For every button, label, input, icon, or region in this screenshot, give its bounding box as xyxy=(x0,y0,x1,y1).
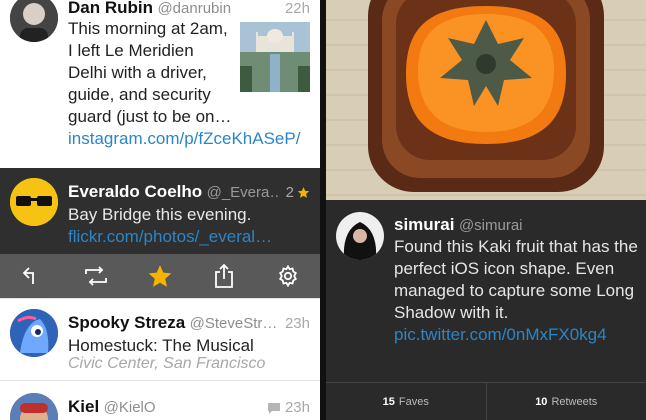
avatar[interactable] xyxy=(10,309,58,357)
tweet-author-handle: @_Evera… xyxy=(206,184,278,201)
tweet-text: This morning at 2am, I left Le Meridien … xyxy=(68,19,232,126)
tweet-link[interactable]: instagram.com/p/fZceKhASeP/ xyxy=(68,129,300,148)
tweet-author-name[interactable]: Kiel xyxy=(68,397,99,416)
retweets-label: Retweets xyxy=(551,395,598,408)
tweet-author-handle: @simurai xyxy=(458,217,523,234)
avatar[interactable] xyxy=(10,0,58,42)
tweet-action-bar xyxy=(0,254,320,298)
tweet-author-handle: @danrubin xyxy=(157,0,232,17)
faves-stat[interactable]: 15 Faves xyxy=(326,383,486,420)
tweet-everaldo-coelho[interactable]: Everaldo Coelho @_Evera… 2 Bay Bridge th… xyxy=(0,168,320,254)
conversation-bubble-icon xyxy=(267,402,280,414)
tweet-author-name[interactable]: Dan Rubin xyxy=(68,0,153,17)
favorited-star-icon xyxy=(297,187,310,198)
faves-label: Faves xyxy=(398,395,429,408)
tweet-stats: 15 Faves 10 Retweets xyxy=(326,382,646,420)
share-icon[interactable] xyxy=(208,260,240,292)
timeline-pane: Dan Rubin @danrubin 22h This morning at … xyxy=(0,0,320,420)
tweet-timestamp: 23h xyxy=(284,399,310,416)
tweet-timestamp: 23h xyxy=(284,315,310,332)
tweet-author-handle: @KielO xyxy=(103,399,156,416)
tweet-dan-rubin[interactable]: Dan Rubin @danrubin 22h This morning at … xyxy=(0,0,320,168)
tweet-photo[interactable] xyxy=(326,0,646,200)
faves-count: 15 xyxy=(382,395,395,408)
tweet-text: Homestuck: The Musical xyxy=(68,336,254,355)
tweet-author-name[interactable]: Spooky Streza xyxy=(68,313,185,332)
avatar[interactable] xyxy=(10,178,58,226)
tweet-text: Bay Bridge this evening. xyxy=(68,205,252,224)
retweet-icon[interactable] xyxy=(80,260,112,292)
avatar[interactable] xyxy=(336,212,384,260)
tweet-link[interactable]: flickr.com/photos/_everal… xyxy=(68,226,313,248)
gear-icon[interactable] xyxy=(272,260,304,292)
retweets-stat[interactable]: 10 Retweets xyxy=(487,383,646,420)
favorite-star-icon[interactable] xyxy=(144,260,176,292)
tweet-detail-pane: simurai @simurai Found this Kaki fruit t… xyxy=(326,0,646,420)
reply-icon[interactable] xyxy=(16,260,48,292)
tweet-location[interactable]: Civic Center, San Francisco xyxy=(68,355,265,373)
tweet-spooky-streza[interactable]: Spooky Streza @SteveStr… 23h Homestuck: … xyxy=(0,298,320,380)
tweet-link[interactable]: pic.twitter.com/0nMxFX0kg4 xyxy=(394,325,607,344)
retweets-count: 10 xyxy=(535,395,548,408)
tweet-timestamp: 22h xyxy=(284,0,310,17)
tweet-kiel[interactable]: Kiel @KielO 23h xyxy=(0,380,320,420)
avatar[interactable] xyxy=(10,393,58,420)
tweet-author-name[interactable]: Everaldo Coelho xyxy=(68,182,202,201)
tweet-author-name[interactable]: simurai xyxy=(394,215,454,234)
tweet-photo-thumbnail[interactable] xyxy=(240,22,310,92)
tweet-author-handle: @SteveStr… xyxy=(189,315,278,332)
tweet-timestamp: 2 xyxy=(285,184,294,201)
tweet-text: Found this Kaki fruit that has the perfe… xyxy=(394,237,638,322)
